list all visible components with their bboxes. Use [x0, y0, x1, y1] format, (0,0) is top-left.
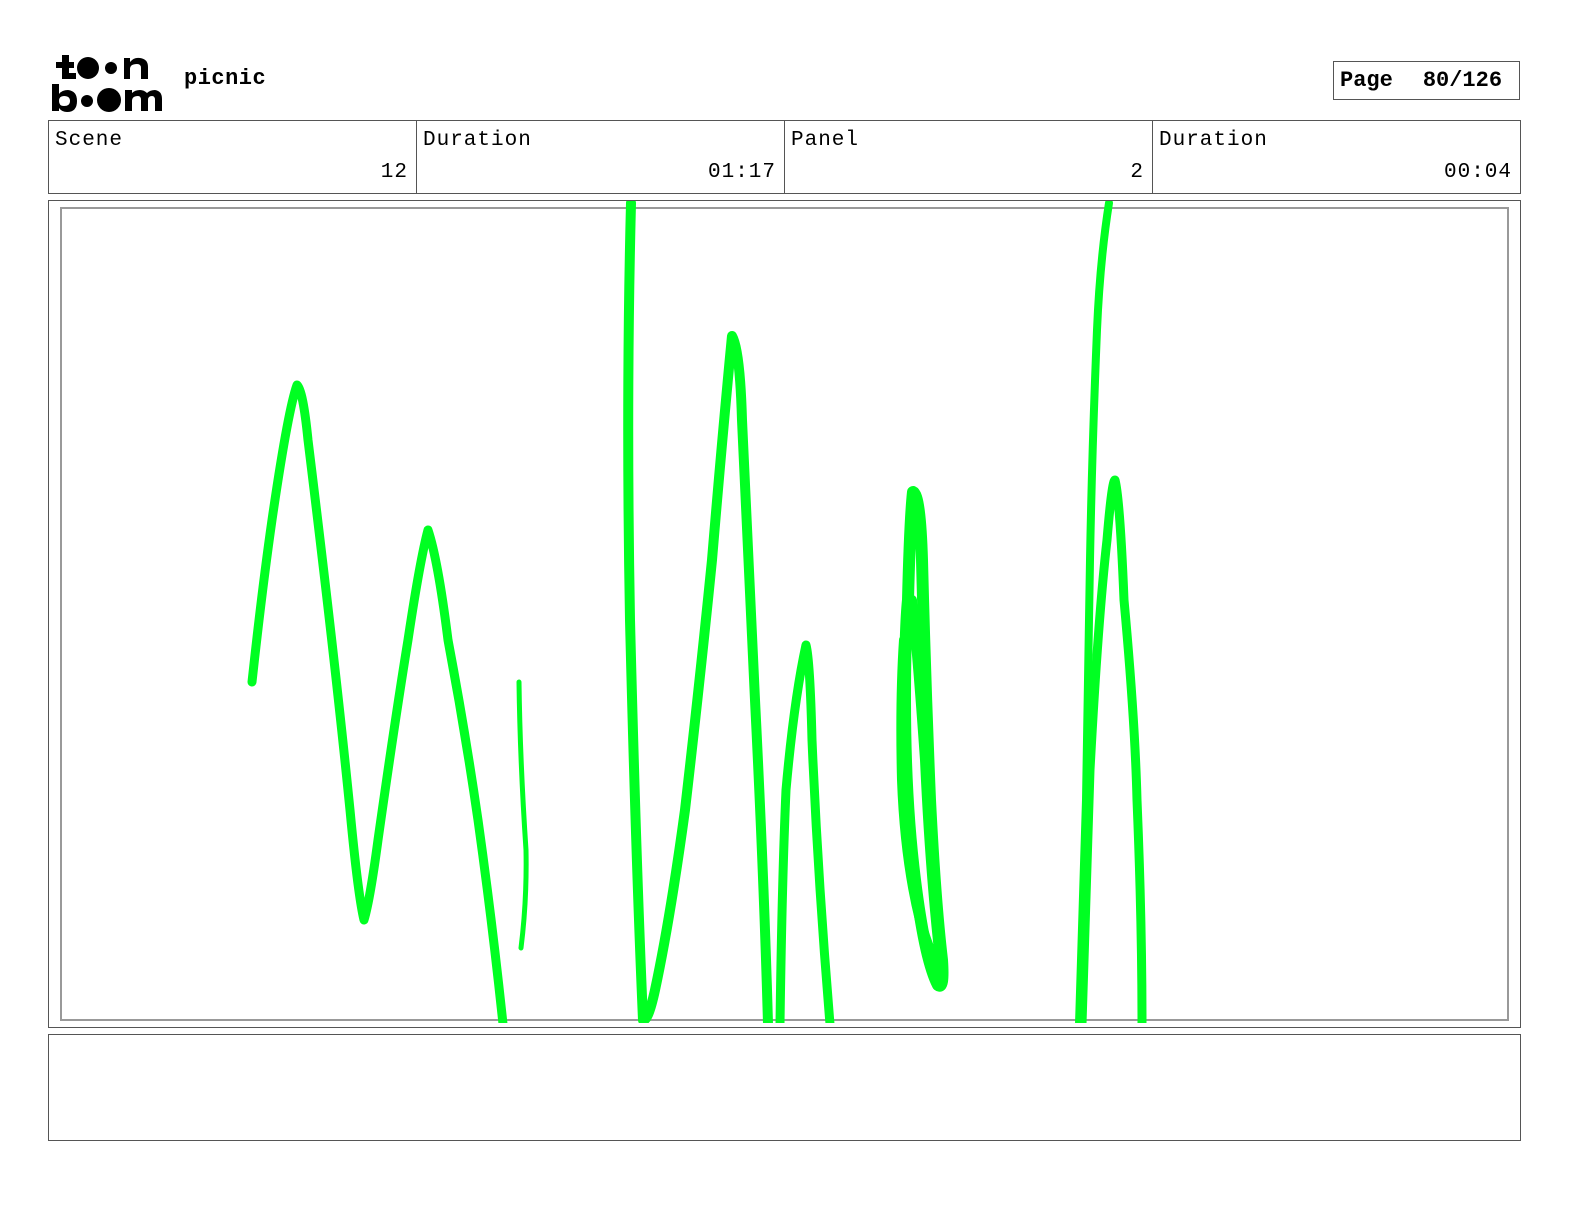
panel-notes-box	[48, 1034, 1521, 1141]
stroke-tall-v	[623, 201, 773, 1023]
stroke-thin	[516, 679, 529, 951]
stroke-hump	[775, 640, 835, 1023]
stroke-zigzag-1	[247, 380, 508, 1023]
